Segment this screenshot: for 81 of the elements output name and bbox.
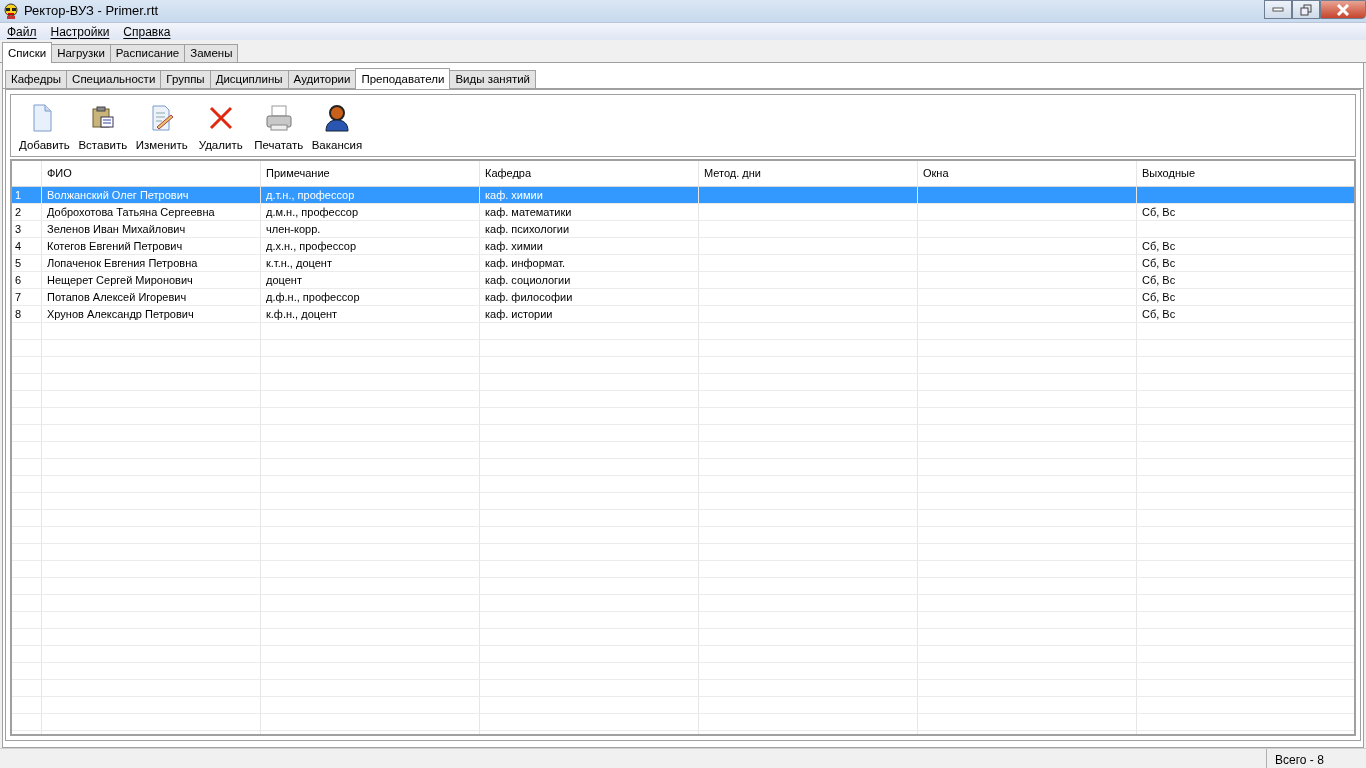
tab[interactable]: Замены bbox=[184, 44, 239, 62]
table-cell-text: Сб, Вс bbox=[1141, 307, 1177, 322]
row-number: 2 bbox=[12, 204, 42, 220]
table-cell: доцент bbox=[261, 272, 480, 288]
table-cell-text: Сб, Вс bbox=[1141, 273, 1177, 288]
minimize-button[interactable] bbox=[1264, 0, 1292, 19]
table-cell: Доброхотова Татьяна Сергеевна bbox=[42, 204, 261, 220]
column-header: Метод. дни bbox=[699, 161, 918, 186]
table-cell-text: Сб, Вс bbox=[1141, 239, 1177, 254]
close-button[interactable] bbox=[1320, 0, 1366, 19]
column-header: Примечание bbox=[261, 161, 480, 186]
row-number: 5 bbox=[12, 255, 42, 271]
table-cell: Котегов Евгений Петрович bbox=[42, 238, 261, 254]
tab[interactable]: Дисциплины bbox=[209, 70, 289, 88]
row-number: 6 bbox=[12, 272, 42, 288]
column-header: Выходные bbox=[1141, 166, 1196, 181]
tab[interactable]: Списки bbox=[2, 42, 53, 63]
table-cell-text: Сб, Вс bbox=[1141, 256, 1177, 271]
table-cell: каф. философии bbox=[480, 289, 699, 305]
table-cell: д.ф.н., профессор bbox=[261, 289, 480, 305]
menu-item[interactable]: Справка bbox=[123, 22, 171, 41]
tab[interactable]: Виды занятий bbox=[449, 70, 536, 88]
minimize-icon bbox=[1272, 6, 1284, 13]
toolbar-button[interactable]: Вакансия bbox=[307, 103, 367, 156]
tab[interactable]: Расписание bbox=[109, 44, 186, 62]
table-cell: Зеленов Иван Михайлович bbox=[42, 221, 261, 237]
tab[interactable]: Нагрузки bbox=[51, 44, 111, 62]
tab[interactable]: Кафедры bbox=[5, 70, 68, 88]
restore-button[interactable] bbox=[1292, 0, 1320, 19]
row-number: 1 bbox=[12, 187, 42, 203]
table-row[interactable]: 5 Лопаченок Евгения Петровна к.т.н., доцент каф. информат. Сб, Вс bbox=[12, 255, 1354, 272]
table-cell: каф. информат. bbox=[480, 255, 699, 271]
table-cell: к.т.н., доцент bbox=[261, 255, 480, 271]
printer-icon bbox=[263, 103, 294, 133]
toolbar-button[interactable]: Добавить bbox=[15, 103, 74, 156]
restore-icon bbox=[1300, 3, 1312, 16]
close-icon bbox=[1336, 3, 1350, 16]
tab[interactable]: Группы bbox=[160, 70, 211, 88]
table-cell: д.м.н., профессор bbox=[261, 204, 480, 220]
table-row[interactable]: 8 Хрунов Александр Петрович к.ф.н., доцент каф. истории Сб, Вс bbox=[12, 306, 1354, 323]
tab[interactable]: Специальности bbox=[66, 70, 162, 88]
row-number: 4 bbox=[12, 238, 42, 254]
table-cell: Хрунов Александр Петрович bbox=[42, 306, 261, 322]
table-cell: Волжанский Олег Петрович bbox=[42, 187, 261, 203]
toolbar-button[interactable]: Печатать bbox=[249, 103, 308, 156]
table-row[interactable]: 7 Потапов Алексей Игоревич д.ф.н., профессор каф. философии Сб, Вс bbox=[12, 289, 1354, 306]
table-cell: Нещерет Сергей Миронович bbox=[42, 272, 261, 288]
column-header: Кафедра bbox=[480, 161, 699, 186]
column-header: Окна bbox=[918, 161, 1137, 186]
table-cell-text: Сб, Вс bbox=[1141, 290, 1177, 305]
window-title: Ректор-ВУЗ - Primer.rtt bbox=[24, 2, 159, 21]
table-row[interactable]: 6 Нещерет Сергей Миронович доцент каф. социологии Сб, Вс bbox=[12, 272, 1354, 289]
tab[interactable]: Аудитории bbox=[287, 70, 357, 88]
row-number: 8 bbox=[12, 306, 42, 322]
menu-item[interactable]: Настройки bbox=[50, 22, 110, 41]
tab[interactable]: Преподаватели bbox=[355, 68, 451, 89]
table-row[interactable]: 4 Котегов Евгений Петрович д.х.н., профессор каф. химии Сб, Вс bbox=[12, 238, 1354, 255]
table-cell: каф. социологии bbox=[480, 272, 699, 288]
table-cell: Потапов Алексей Игоревич bbox=[42, 289, 261, 305]
table-cell: член-корр. bbox=[261, 221, 480, 237]
toolbar-button[interactable]: Изменить bbox=[131, 103, 192, 156]
table-cell-text: Сб, Вс bbox=[1141, 205, 1177, 220]
table-cell: каф. истории bbox=[480, 306, 699, 322]
table-cell: каф. химии bbox=[480, 238, 699, 254]
row-number: 7 bbox=[12, 289, 42, 305]
table-cell: каф. математики bbox=[480, 204, 699, 220]
table-cell: д.т.н., профессор bbox=[261, 187, 480, 203]
table-cell: каф. психологии bbox=[480, 221, 699, 237]
status-total: Всего - 8 bbox=[1266, 749, 1366, 768]
app-face-icon bbox=[4, 3, 18, 19]
table-cell: к.ф.н., доцент bbox=[261, 306, 480, 322]
toolbar-button[interactable]: Удалить bbox=[191, 103, 250, 156]
column-header: ФИО bbox=[42, 161, 261, 186]
table-cell: каф. химии bbox=[480, 187, 699, 203]
row-number: 3 bbox=[12, 221, 42, 237]
table-row[interactable]: 2 Доброхотова Татьяна Сергеевна д.м.н., профессор каф. математики Сб, Вс bbox=[12, 204, 1354, 221]
table-cell: Лопаченок Евгения Петровна bbox=[42, 255, 261, 271]
toolbar-button[interactable]: Вставить bbox=[73, 103, 132, 156]
menu-item[interactable]: Файл bbox=[7, 22, 37, 41]
table-cell: д.х.н., профессор bbox=[261, 238, 480, 254]
table-row[interactable]: 3 Зеленов Иван Михайлович член-корр. каф. психологии bbox=[12, 221, 1354, 238]
